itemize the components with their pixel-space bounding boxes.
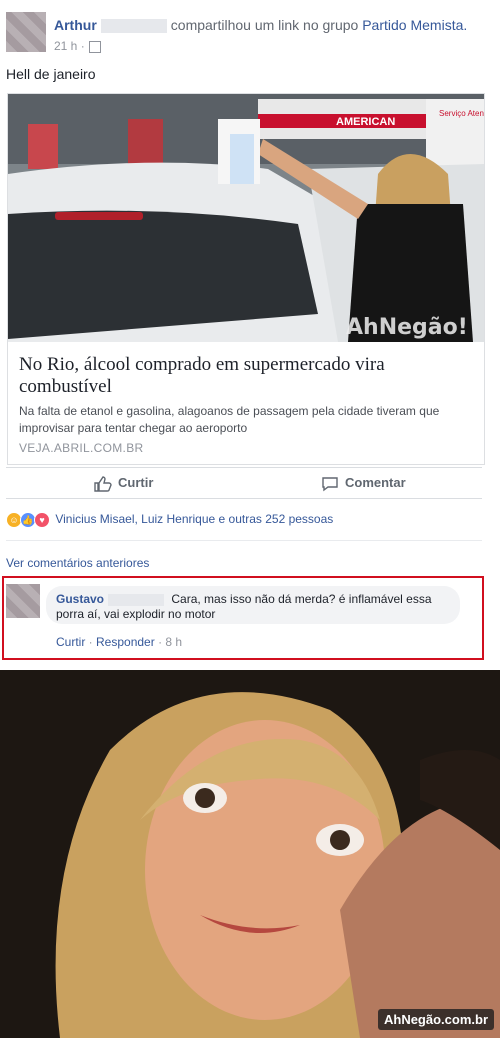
post-meta: 21 h · bbox=[54, 39, 101, 53]
post-header: Arthur compartilhou um link no grupo Part… bbox=[6, 12, 496, 58]
link-description: Na falta de etanol e gasolina, alagoanos… bbox=[19, 404, 440, 435]
car-photo: AMERICAN Serviço Atendido AhNegão! bbox=[8, 94, 484, 342]
sign-american: AMERICAN bbox=[336, 116, 395, 128]
commenter-avatar[interactable] bbox=[6, 584, 40, 618]
post-text: Hell de janeiro bbox=[6, 66, 96, 82]
love-icon: ♥ bbox=[34, 512, 50, 528]
comment-time[interactable]: 8 h bbox=[165, 635, 182, 649]
meme-watermark: AhNegão.com.br bbox=[377, 1009, 494, 1030]
reactions-text: Vinicius Misael, Luiz Henrique e outras … bbox=[55, 512, 334, 527]
view-previous-comments[interactable]: Ver comentários anteriores bbox=[6, 556, 149, 570]
comment-text-line: Gustavo Cara, mas isso não dá merda? é i… bbox=[56, 592, 456, 622]
audience-icon[interactable] bbox=[88, 40, 101, 53]
highlighted-comment: Gustavo Cara, mas isso não dá merda? é i… bbox=[2, 576, 484, 660]
link-domain: VEJA.ABRIL.COM.BR bbox=[19, 441, 144, 455]
sign-servico: Serviço Atendido bbox=[439, 109, 484, 118]
image-watermark: AhNegão! bbox=[346, 315, 468, 340]
commenter-name[interactable]: Gustavo bbox=[56, 592, 104, 606]
link-title[interactable]: No Rio, álcool comprado em supermercado … bbox=[19, 354, 469, 398]
reaction-meme-image: AhNegão.com.br bbox=[0, 670, 500, 1038]
redacted-name bbox=[108, 593, 165, 606]
like-label: Curtir bbox=[118, 475, 154, 490]
comment-bubble: Gustavo Cara, mas isso não dá merda? é i… bbox=[46, 586, 460, 624]
comment-like-link[interactable]: Curtir bbox=[56, 635, 85, 649]
reactions-summary[interactable]: ☺ 👍 ♥ Vinicius Misael, Luiz Henrique e out… bbox=[6, 512, 333, 528]
facebook-post: Arthur compartilhou um link no grupo Part… bbox=[0, 0, 500, 668]
meme-photo bbox=[0, 670, 500, 1038]
shared-text: compartilhou um link no grupo bbox=[170, 17, 359, 33]
author-avatar[interactable] bbox=[6, 12, 46, 52]
link-preview-image[interactable]: AMERICAN Serviço Atendido AhNegão! bbox=[8, 94, 484, 342]
thumbs-up-icon bbox=[94, 475, 112, 492]
like-button[interactable]: Curtir bbox=[94, 468, 153, 498]
comment-actions: Curtir · Responder · 8 h bbox=[56, 635, 183, 649]
comment-label: Comentar bbox=[345, 475, 406, 490]
comment-button[interactable]: Comentar bbox=[321, 468, 406, 498]
post-time[interactable]: 21 h · bbox=[54, 39, 85, 53]
post-header-line: Arthur compartilhou um link no grupo Part… bbox=[54, 17, 467, 34]
author-name[interactable]: Arthur bbox=[54, 17, 97, 33]
comment-reply-link[interactable]: Responder bbox=[96, 635, 155, 649]
divider bbox=[6, 540, 482, 541]
redacted-name bbox=[100, 19, 167, 34]
comment-icon bbox=[322, 476, 338, 491]
post-actions: Curtir Comentar bbox=[6, 467, 482, 499]
link-preview-card[interactable]: AMERICAN Serviço Atendido AhNegão! No Ri… bbox=[7, 93, 485, 465]
group-link[interactable]: Partido Memista. bbox=[362, 17, 467, 33]
